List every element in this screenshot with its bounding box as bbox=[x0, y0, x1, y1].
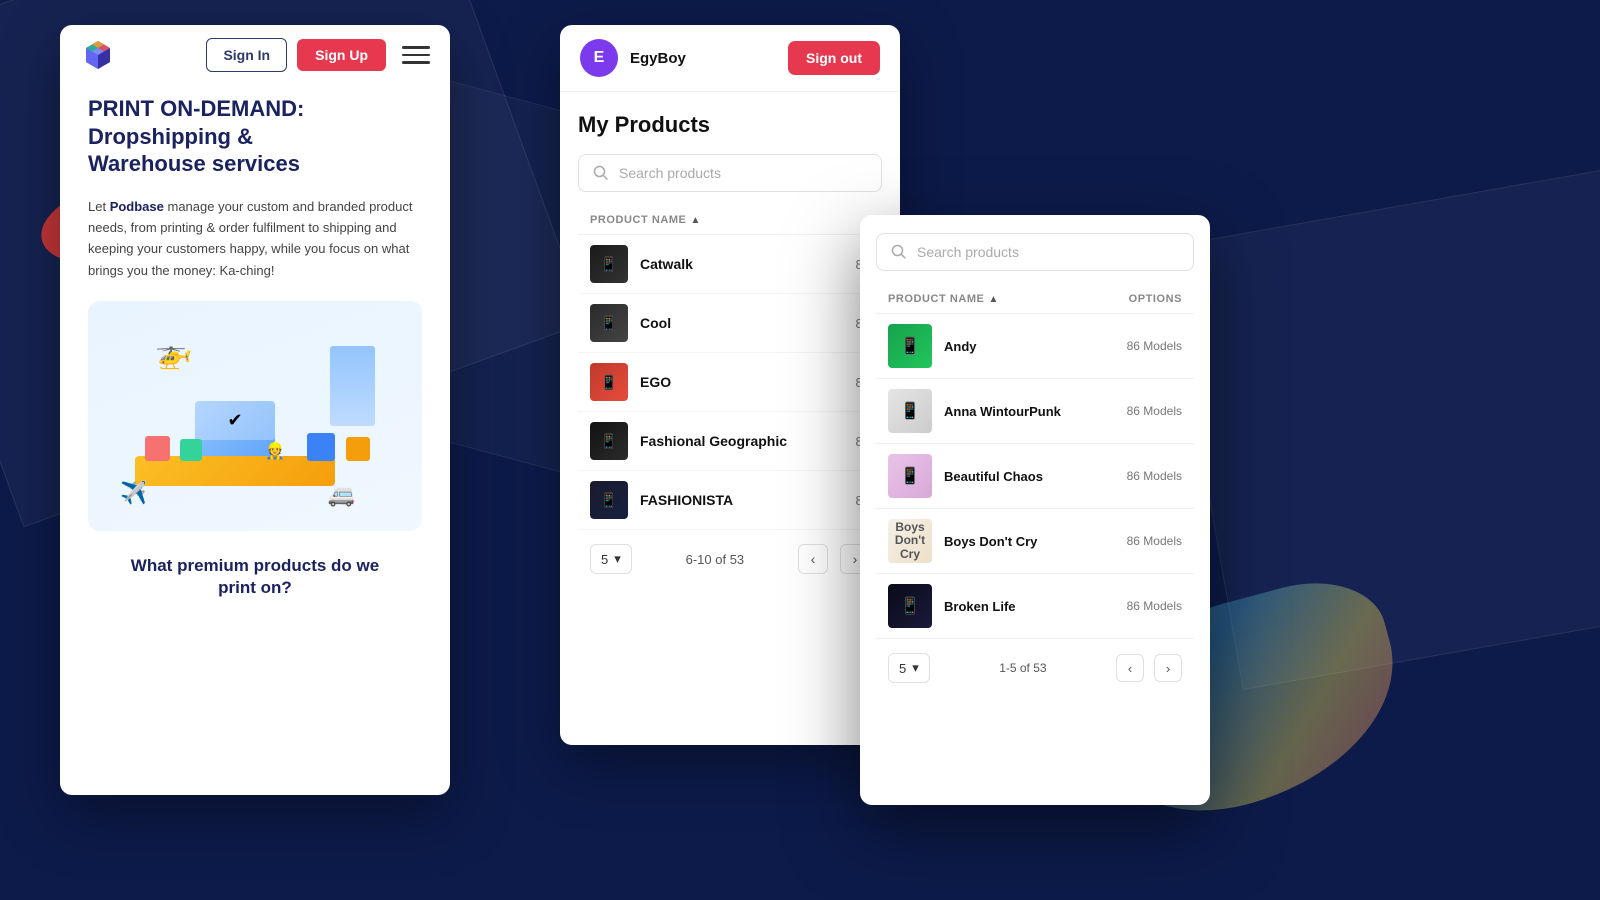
product-thumbnail: 📱 bbox=[590, 245, 628, 283]
product-name: Cool bbox=[640, 315, 798, 331]
gift2-icon bbox=[180, 439, 202, 461]
building-icon bbox=[330, 346, 375, 426]
left-nav: Sign In Sign Up bbox=[60, 25, 450, 85]
product-name: Fashional Geographic bbox=[640, 433, 798, 449]
hero-title: PRINT ON-DEMAND: Dropshipping & Warehous… bbox=[88, 95, 422, 178]
table-header-right: PRODUCT NAME ▲ OPTIONS bbox=[876, 285, 1194, 314]
product-name-right: Boys Don't Cry bbox=[944, 534, 1090, 549]
sign-up-button[interactable]: Sign Up bbox=[297, 39, 386, 71]
table-footer-right: 5 ▾ 1-5 of 53 ‹ › bbox=[876, 639, 1194, 697]
table-row: 📱 Fashional Geographic 86 bbox=[578, 412, 882, 471]
middle-nav: E EgyBoy Sign out bbox=[560, 25, 900, 92]
product-options-right: 86 Models bbox=[1102, 469, 1182, 483]
search-placeholder-right: Search products bbox=[917, 244, 1019, 260]
product-name-right: Beautiful Chaos bbox=[944, 469, 1090, 484]
table-row-right: 📱 Anna WintourPunk 86 Models bbox=[876, 379, 1194, 444]
product-name: FASHIONISTA bbox=[640, 492, 798, 508]
pagination-next-button-right[interactable]: › bbox=[1154, 654, 1182, 682]
bottom-section-title: What premium products do we print on? bbox=[88, 555, 422, 599]
table-footer: 5 ▾ 6-10 of 53 ‹ › bbox=[578, 530, 882, 588]
right-body: Search products PRODUCT NAME ▲ OPTIONS 📱… bbox=[860, 215, 1210, 715]
product-options-right: 86 Models bbox=[1102, 339, 1182, 353]
product-options-right: 86 Models bbox=[1102, 534, 1182, 548]
hero-illustration: 🚁 ✔ ✈️ 🚐 👷 bbox=[88, 301, 422, 531]
product-name-right: Broken Life bbox=[944, 599, 1090, 614]
gift1-icon bbox=[145, 436, 170, 461]
table-row-right: 📱 Broken Life 86 Models bbox=[876, 574, 1194, 639]
laptop-icon: ✔ bbox=[195, 401, 275, 456]
product-name: EGO bbox=[640, 374, 798, 390]
pagination-prev-button[interactable]: ‹ bbox=[798, 544, 828, 574]
drone-icon: 🚁 bbox=[155, 336, 192, 371]
search-bar[interactable]: Search products bbox=[578, 154, 882, 192]
pagination-info-right: 1-5 of 53 bbox=[940, 661, 1106, 675]
product-options-right: 86 Models bbox=[1102, 599, 1182, 613]
product-thumbnail-right: 📱 bbox=[888, 454, 932, 498]
per-page-select-right[interactable]: 5 ▾ bbox=[888, 653, 930, 683]
product-thumbnail: 📱 bbox=[590, 363, 628, 401]
logo-icon bbox=[80, 37, 116, 73]
table-row: 📱 EGO 86 bbox=[578, 353, 882, 412]
screens-container: Sign In Sign Up PRINT ON-DEMAND: Dropshi… bbox=[0, 0, 1600, 900]
search-icon-right bbox=[891, 244, 907, 260]
table-row: 📱 Catwalk 86 bbox=[578, 235, 882, 294]
table-header: PRODUCT NAME ▲ bbox=[578, 206, 882, 235]
middle-body: My Products Search products PRODUCT NAME… bbox=[560, 92, 900, 608]
pagination-prev-button-right[interactable]: ‹ bbox=[1116, 654, 1144, 682]
table-row: 📱 Cool 86 bbox=[578, 294, 882, 353]
user-name: EgyBoy bbox=[630, 50, 776, 67]
product-thumbnail-right: BoysDon'tCry bbox=[888, 519, 932, 563]
avatar: E bbox=[580, 39, 618, 77]
page-title: My Products bbox=[578, 112, 882, 138]
hero-description: Let Podbase manage your custom and brand… bbox=[88, 196, 422, 282]
right-screen: Search products PRODUCT NAME ▲ OPTIONS 📱… bbox=[860, 215, 1210, 805]
sign-out-button[interactable]: Sign out bbox=[788, 41, 880, 75]
search-bar-right[interactable]: Search products bbox=[876, 233, 1194, 271]
product-thumbnail-right: 📱 bbox=[888, 324, 932, 368]
search-icon bbox=[593, 165, 609, 181]
hamburger-menu-icon[interactable] bbox=[402, 41, 430, 69]
product-thumbnail: 📱 bbox=[590, 481, 628, 519]
table-row-right: 📱 Andy 86 Models bbox=[876, 314, 1194, 379]
product-thumbnail-right: 📱 bbox=[888, 584, 932, 628]
middle-screen: E EgyBoy Sign out My Products Search pro… bbox=[560, 25, 900, 745]
table-row-right: BoysDon'tCry Boys Don't Cry 86 Models bbox=[876, 509, 1194, 574]
product-name-right: Anna WintourPunk bbox=[944, 404, 1090, 419]
sign-in-button[interactable]: Sign In bbox=[206, 38, 287, 72]
product-thumbnail-right: 📱 bbox=[888, 389, 932, 433]
left-content: PRINT ON-DEMAND: Dropshipping & Warehous… bbox=[60, 85, 450, 619]
pagination-info: 6-10 of 53 bbox=[644, 552, 786, 567]
product-options-right: 86 Models bbox=[1102, 404, 1182, 418]
product-name-right: Andy bbox=[944, 339, 1090, 354]
product-thumbnail: 📱 bbox=[590, 422, 628, 460]
per-page-select[interactable]: 5 ▾ bbox=[590, 544, 632, 574]
product-name: Catwalk bbox=[640, 256, 798, 272]
table-row: 📱 FASHIONISTA 86 bbox=[578, 471, 882, 530]
search-placeholder: Search products bbox=[619, 165, 721, 181]
table-row-right: 📱 Beautiful Chaos 86 Models bbox=[876, 444, 1194, 509]
product-thumbnail: 📱 bbox=[590, 304, 628, 342]
left-screen: Sign In Sign Up PRINT ON-DEMAND: Dropshi… bbox=[60, 25, 450, 795]
